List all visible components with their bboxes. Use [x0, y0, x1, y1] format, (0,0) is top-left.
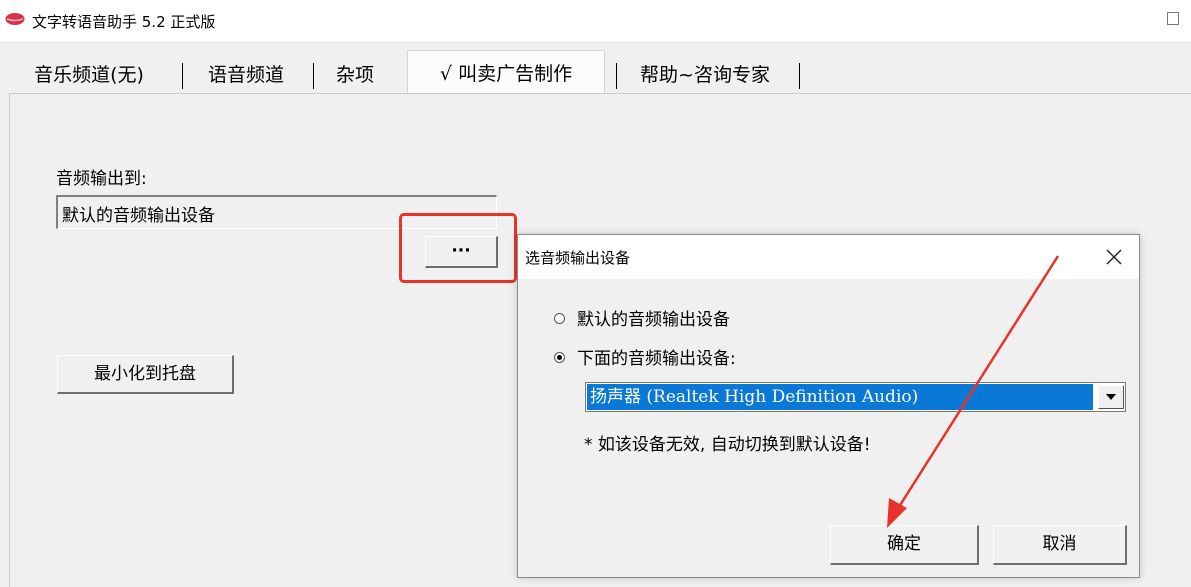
- minimize-to-tray-button[interactable]: 最小化到托盘: [57, 355, 234, 394]
- tab-divider: [313, 63, 314, 89]
- lips-icon: [5, 13, 25, 25]
- tab-help[interactable]: 帮助~咨询专家: [624, 55, 786, 93]
- device-select[interactable]: 扬声器 (Realtek High Definition Audio): [585, 382, 1126, 412]
- window-title: 文字转语音助手 5.2 正式版: [32, 13, 216, 31]
- radio-default-label: 默认的音频输出设备: [577, 310, 730, 330]
- radio-below-label: 下面的音频输出设备:: [577, 349, 736, 369]
- device-select-value: 扬声器 (Realtek High Definition Audio): [587, 384, 1093, 410]
- chevron-down-icon[interactable]: [1098, 385, 1124, 409]
- audio-output-value: 默认的音频输出设备: [62, 206, 215, 226]
- dialog-title-bar: 选音频输出设备: [518, 235, 1139, 279]
- tab-misc[interactable]: 杂项: [322, 55, 388, 93]
- audio-output-label: 音频输出到:: [56, 169, 147, 189]
- tab-divider: [616, 63, 617, 89]
- tab-divider: [182, 63, 183, 89]
- tab-music[interactable]: 音乐频道(无): [16, 55, 162, 93]
- title-bar: 文字转语音助手 5.2 正式版: [0, 0, 1191, 43]
- highlight-box: [399, 213, 517, 283]
- tab-ad-production[interactable]: √ 叫卖广告制作: [407, 50, 605, 93]
- cancel-button[interactable]: 取消: [993, 525, 1127, 565]
- ok-button[interactable]: 确定: [830, 525, 979, 565]
- radio-button[interactable]: [554, 312, 565, 324]
- radio-below-device[interactable]: 下面的音频输出设备:: [554, 344, 736, 369]
- radio-button-checked[interactable]: [554, 351, 565, 363]
- select-audio-device-dialog: 选音频输出设备 默认的音频输出设备 下面的音频输出设备: 扬声器 (Realte…: [517, 234, 1140, 578]
- tab-voice[interactable]: 语音频道: [192, 55, 300, 93]
- fallback-note: * 如该设备无效, 自动切换到默认设备!: [584, 435, 871, 455]
- radio-default-device[interactable]: 默认的音频输出设备: [554, 305, 730, 330]
- maximize-icon[interactable]: [1167, 12, 1179, 25]
- tab-strip: 音乐频道(无) 语音频道 杂项 √ 叫卖广告制作 帮助~咨询专家: [0, 50, 1191, 93]
- close-icon[interactable]: [1096, 239, 1132, 275]
- dialog-title: 选音频输出设备: [525, 249, 631, 267]
- tab-divider: [799, 63, 800, 89]
